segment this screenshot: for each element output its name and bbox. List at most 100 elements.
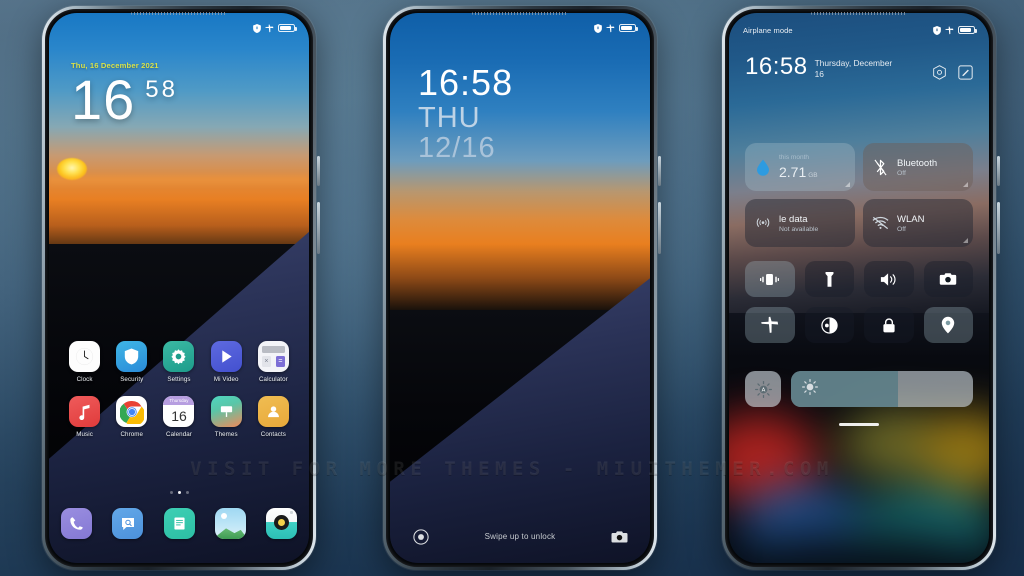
page-dot[interactable]	[169, 491, 173, 494]
app-grid: Clock Security Settings Mi Video × = Cal…	[61, 341, 297, 438]
edit-icon[interactable]	[958, 65, 973, 80]
tile-expand-corner[interactable]	[963, 182, 968, 187]
lock-icon	[882, 317, 896, 334]
music-note-icon	[69, 396, 101, 427]
volume-button[interactable]	[997, 156, 1000, 186]
clock-widget[interactable]: Thu, 16 December 2021 16 58	[71, 61, 178, 127]
app-label: Settings	[167, 376, 191, 383]
water-drop-icon	[754, 159, 771, 176]
toggle-airplane-mode[interactable]	[745, 307, 795, 343]
camera-icon[interactable]	[266, 508, 297, 539]
calculator-icon: × =	[257, 341, 289, 372]
tile-bluetooth[interactable]: Bluetooth Off	[863, 143, 973, 191]
auto-brightness-icon[interactable]: A	[745, 371, 781, 407]
brightness-slider[interactable]	[791, 371, 973, 407]
app-mi-video[interactable]: Mi Video	[203, 341, 250, 383]
airplane-icon	[945, 25, 954, 35]
tile-title: Bluetooth	[897, 157, 938, 169]
toggle-vibrate[interactable]	[745, 261, 795, 297]
phone-control-center: Airplane mode 16:58 Thursday, December 1…	[722, 6, 1000, 570]
toggle-lock[interactable]	[864, 307, 914, 343]
tile-expand-corner[interactable]	[845, 182, 850, 187]
phone-icon[interactable]	[61, 508, 92, 539]
app-label: Music	[76, 431, 93, 438]
app-calculator[interactable]: × = Calculator	[250, 341, 297, 383]
power-button[interactable]	[317, 202, 320, 254]
flashlight-icon	[825, 271, 834, 288]
tile-expand-corner[interactable]	[963, 238, 968, 243]
power-button[interactable]	[997, 202, 1000, 254]
camera-icon	[939, 272, 957, 286]
airplane-icon	[606, 23, 615, 33]
calendar-day-name: Thursday	[163, 396, 195, 405]
tile-subtitle: Off	[897, 169, 906, 177]
app-security[interactable]: Security	[108, 341, 155, 383]
location-pin-icon	[941, 316, 955, 334]
tile-title: WLAN	[897, 213, 925, 225]
gallery-icon[interactable]	[214, 508, 246, 539]
app-themes[interactable]: Themes	[203, 396, 250, 438]
airplane-icon	[761, 316, 779, 334]
tile-faint-label: this month	[779, 154, 809, 161]
page-indicator[interactable]	[49, 491, 309, 494]
toggle-grid	[745, 261, 973, 343]
phone-home-screen: Thu, 16 December 2021 16 58 Clock Securi…	[42, 6, 320, 570]
tile-data-usage[interactable]: this month 2.71 GB	[745, 143, 855, 191]
control-center-time: 16:58	[745, 53, 808, 80]
volume-button[interactable]	[658, 156, 661, 186]
tile-wlan[interactable]: WLAN Off	[863, 199, 973, 247]
settings-shortcut-icon[interactable]	[932, 65, 947, 80]
app-settings[interactable]: Settings	[155, 341, 202, 383]
statusbar-icons	[253, 23, 297, 33]
page-dot-active[interactable]	[177, 491, 181, 494]
app-calendar[interactable]: Thursday 16 Calendar	[155, 396, 202, 438]
toggle-screenshot[interactable]	[923, 261, 973, 297]
phone3-statusbar: Airplane mode	[729, 13, 989, 37]
earpiece-grille	[811, 12, 907, 15]
battery-icon	[278, 23, 297, 33]
toggle-flashlight[interactable]	[804, 261, 854, 297]
tile-subtitle: Off	[897, 225, 906, 233]
wifi-off-icon	[872, 215, 889, 232]
unlock-hint: Swipe up to unlock	[484, 532, 556, 541]
assistant-icon[interactable]	[412, 528, 429, 545]
signal-tower-icon	[754, 215, 771, 232]
toggle-dark-mode[interactable]	[804, 307, 854, 343]
phone1-screen: Thu, 16 December 2021 16 58 Clock Securi…	[49, 13, 309, 563]
page-dot[interactable]	[185, 491, 189, 494]
quick-setting-tiles: this month 2.71 GB Bluetooth Off le data…	[745, 143, 973, 247]
notes-icon[interactable]	[163, 508, 195, 539]
home-indicator[interactable]	[839, 423, 879, 426]
lockscreen-day-of-week: THU	[418, 102, 481, 134]
speaker-icon	[880, 272, 898, 287]
message-icon[interactable]	[112, 508, 144, 539]
brightness-icon	[802, 378, 818, 400]
phone-bezel: Airplane mode 16:58 Thursday, December 1…	[725, 9, 993, 567]
toggle-volume[interactable]	[864, 261, 914, 297]
airplane-icon	[265, 23, 274, 33]
shield-icon	[253, 23, 261, 33]
app-label: Security	[120, 376, 144, 383]
camera-icon[interactable]	[611, 528, 628, 545]
gear-icon	[163, 341, 195, 372]
play-icon	[210, 341, 242, 372]
app-label: Mi Video	[213, 376, 239, 383]
app-label: Clock	[76, 376, 93, 383]
app-chrome[interactable]: Chrome	[108, 396, 155, 438]
toggle-location[interactable]	[923, 307, 973, 343]
contrast-icon	[821, 316, 838, 334]
volume-button[interactable]	[317, 156, 320, 186]
app-contacts[interactable]: Contacts	[250, 396, 297, 438]
shield-icon	[116, 341, 148, 372]
tile-value: 2.71	[779, 163, 807, 180]
tile-mobile-data[interactable]: le data Not available	[745, 199, 855, 247]
app-label: Themes	[214, 431, 238, 438]
app-music[interactable]: Music	[61, 396, 108, 438]
dock	[61, 508, 297, 539]
power-button[interactable]	[658, 202, 661, 254]
lockscreen-bottom-bar: Swipe up to unlock	[390, 528, 650, 545]
calendar-day-number: 16	[171, 408, 187, 424]
phone1-statusbar	[49, 13, 309, 37]
app-clock[interactable]: Clock	[61, 341, 108, 383]
phone2-screen[interactable]: 16:58 THU 12/16 Swipe up to unlock	[390, 13, 650, 563]
